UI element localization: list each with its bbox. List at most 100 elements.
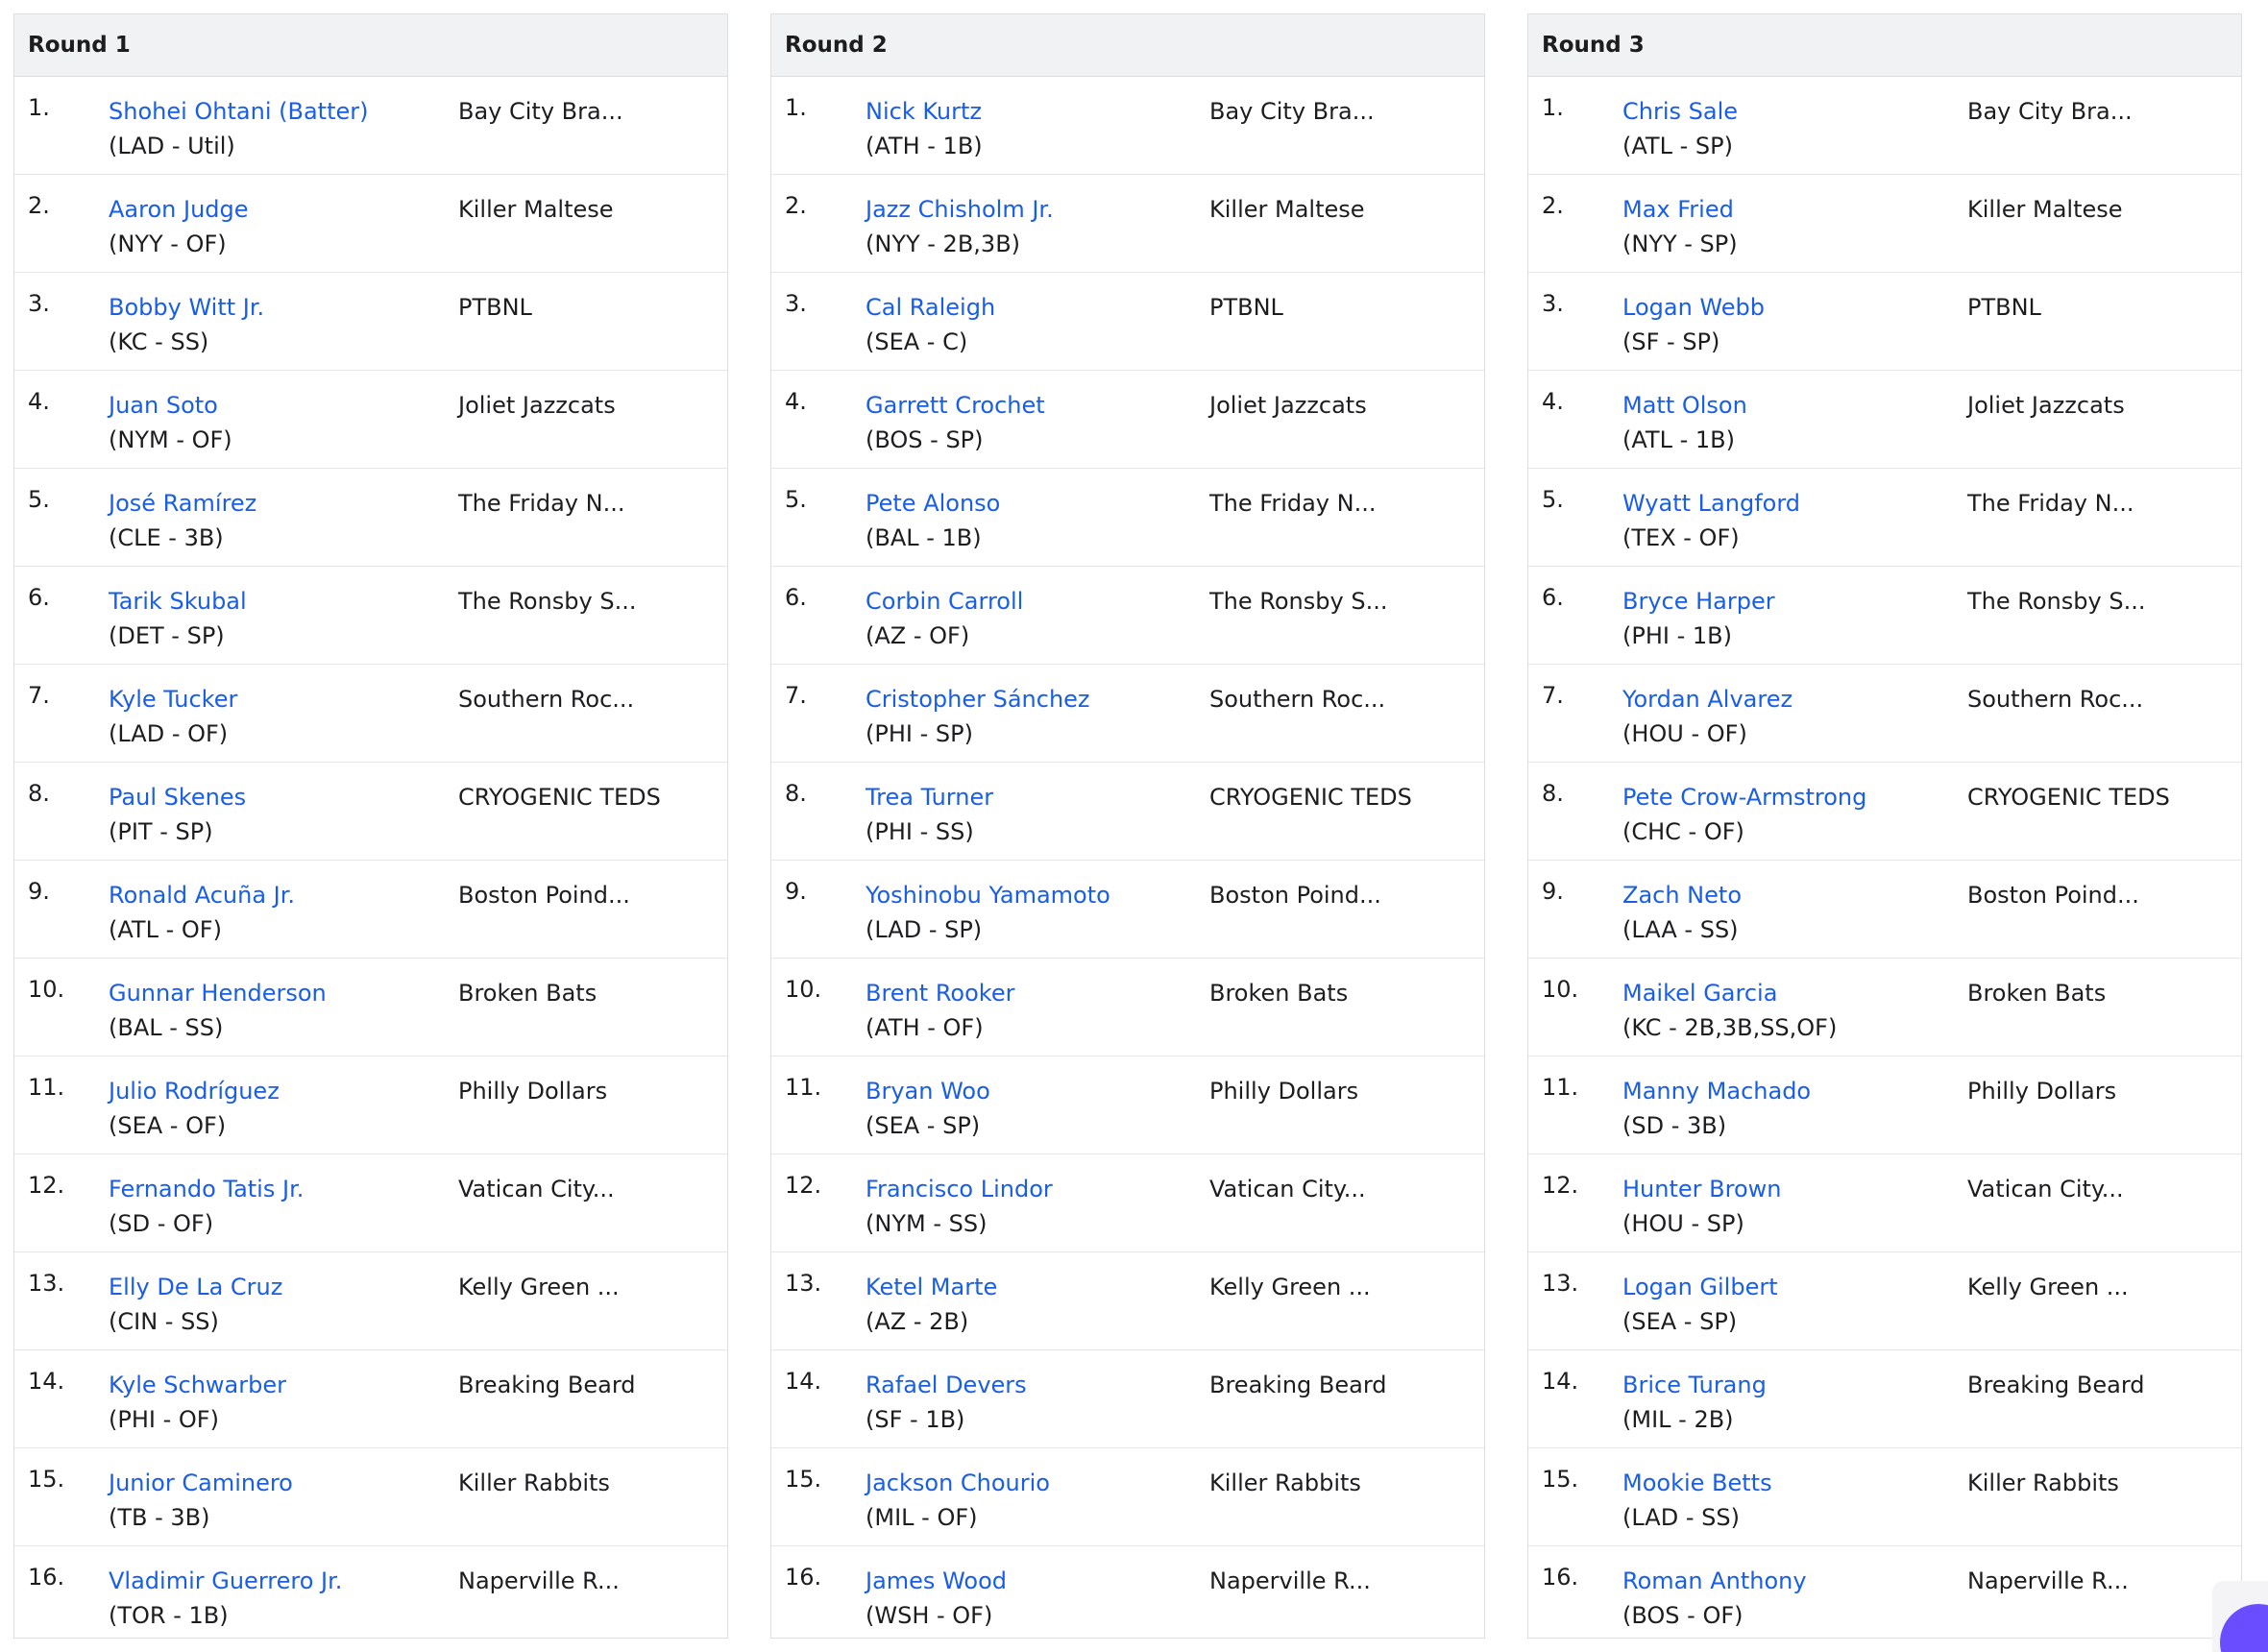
player-team-position: (LAD - Util) bbox=[109, 133, 235, 159]
pick-row: 11. Bryan Woo (SEA - SP) Philly Dollars bbox=[771, 1057, 1484, 1154]
player-cell: Ronald Acuña Jr. (ATL - OF) bbox=[109, 878, 295, 947]
player-link[interactable]: Brent Rooker bbox=[866, 976, 1014, 1010]
player-link[interactable]: Bryce Harper bbox=[1622, 584, 1775, 619]
pick-row: 9. Ronald Acuña Jr. (ATL - OF) Boston Poind… bbox=[14, 861, 727, 959]
pick-number: 4. bbox=[785, 388, 807, 415]
player-link[interactable]: Bobby Witt Jr. bbox=[109, 290, 264, 325]
player-cell: Francisco Lindor (NYM - SS) bbox=[866, 1172, 1053, 1241]
pick-number: 5. bbox=[1542, 486, 1564, 513]
player-link[interactable]: Mookie Betts bbox=[1622, 1466, 1772, 1500]
player-link[interactable]: Logan Webb bbox=[1622, 290, 1765, 325]
pick-number: 4. bbox=[1542, 388, 1564, 415]
player-cell: Logan Gilbert (SEA - SP) bbox=[1622, 1270, 1778, 1339]
player-link[interactable]: Kyle Schwarber bbox=[109, 1368, 286, 1402]
pick-number: 14. bbox=[1542, 1368, 1579, 1395]
player-link[interactable]: Shohei Ohtani (Batter) bbox=[109, 94, 368, 129]
player-link[interactable]: Gunnar Henderson bbox=[109, 976, 327, 1010]
player-link[interactable]: Corbin Carroll bbox=[866, 584, 1023, 619]
player-link[interactable]: José Ramírez bbox=[109, 486, 256, 521]
player-link[interactable]: Roman Anthony bbox=[1622, 1564, 1807, 1598]
player-link[interactable]: Juan Soto bbox=[109, 388, 232, 423]
pick-number: 13. bbox=[785, 1270, 822, 1297]
fantasy-team-name: Southern Roc... bbox=[1967, 686, 2144, 713]
player-link[interactable]: Manny Machado bbox=[1622, 1074, 1811, 1108]
player-link[interactable]: Jazz Chisholm Jr. bbox=[866, 192, 1054, 227]
player-link[interactable]: Paul Skenes bbox=[109, 780, 246, 814]
pick-number: 8. bbox=[1542, 780, 1564, 807]
player-link[interactable]: Julio Rodríguez bbox=[109, 1074, 280, 1108]
chat-bubble-icon[interactable] bbox=[2220, 1604, 2268, 1652]
player-link[interactable]: Nick Kurtz bbox=[866, 94, 983, 129]
pick-number: 2. bbox=[28, 192, 50, 219]
player-team-position: (LAD - SS) bbox=[1622, 1504, 1740, 1531]
player-link[interactable]: Matt Olson bbox=[1622, 388, 1747, 423]
pick-number: 15. bbox=[1542, 1466, 1579, 1493]
player-team-position: (SEA - OF) bbox=[109, 1112, 227, 1139]
player-link[interactable]: Logan Gilbert bbox=[1622, 1270, 1778, 1304]
pick-row: 4. Juan Soto (NYM - OF) Joliet Jazzcats bbox=[14, 371, 727, 469]
pick-row: 15. Junior Caminero (TB - 3B) Killer Rabbit… bbox=[14, 1448, 727, 1546]
player-link[interactable]: Fernando Tatis Jr. bbox=[109, 1172, 304, 1206]
pick-row: 9. Yoshinobu Yamamoto (LAD - SP) Boston Poi… bbox=[771, 861, 1484, 959]
pick-list: 1. Nick Kurtz (ATH - 1B) Bay City Bra... 2. J… bbox=[771, 77, 1484, 1644]
player-team-position: (SEA - SP) bbox=[1622, 1308, 1738, 1335]
player-link[interactable]: Pete Alonso bbox=[866, 486, 1000, 521]
player-link[interactable]: Pete Crow-Armstrong bbox=[1622, 780, 1866, 814]
player-link[interactable]: Jackson Chourio bbox=[866, 1466, 1050, 1500]
pick-number: 9. bbox=[1542, 878, 1564, 905]
player-link[interactable]: Ronald Acuña Jr. bbox=[109, 878, 295, 912]
round-title: Round 1 bbox=[14, 14, 727, 77]
player-cell: Max Fried (NYY - SP) bbox=[1622, 192, 1738, 261]
player-link[interactable]: Tarik Skubal bbox=[109, 584, 247, 619]
player-link[interactable]: Bryan Woo bbox=[866, 1074, 990, 1108]
fantasy-team-name: Kelly Green ... bbox=[1209, 1274, 1371, 1300]
player-link[interactable]: Yordan Alvarez bbox=[1622, 682, 1792, 717]
player-cell: Junior Caminero (TB - 3B) bbox=[109, 1466, 293, 1535]
player-team-position: (SF - 1B) bbox=[866, 1406, 965, 1433]
player-link[interactable]: Vladimir Guerrero Jr. bbox=[109, 1564, 342, 1598]
fantasy-team-name: Joliet Jazzcats bbox=[458, 392, 616, 419]
player-link[interactable]: Chris Sale bbox=[1622, 94, 1738, 129]
player-link[interactable]: Trea Turner bbox=[866, 780, 993, 814]
player-link[interactable]: Max Fried bbox=[1622, 192, 1738, 227]
player-cell: Zach Neto (LAA - SS) bbox=[1622, 878, 1742, 947]
player-link[interactable]: Zach Neto bbox=[1622, 878, 1742, 912]
fantasy-team-name: Killer Rabbits bbox=[1209, 1470, 1361, 1496]
player-cell: Corbin Carroll (AZ - OF) bbox=[866, 584, 1023, 653]
pick-row: 10. Gunnar Henderson (BAL - SS) Broken Bats bbox=[14, 959, 727, 1057]
player-link[interactable]: Cristopher Sánchez bbox=[866, 682, 1090, 717]
pick-number: 16. bbox=[28, 1564, 65, 1591]
player-link[interactable]: Hunter Brown bbox=[1622, 1172, 1781, 1206]
pick-row: 1. Shohei Ohtani (Batter) (LAD - Util) Bay … bbox=[14, 77, 727, 175]
player-link[interactable]: Elly De La Cruz bbox=[109, 1270, 282, 1304]
player-team-position: (NYY - 2B,3B) bbox=[866, 231, 1021, 257]
fantasy-team-name: The Ronsby S... bbox=[458, 588, 637, 615]
player-link[interactable]: Garrett Crochet bbox=[866, 388, 1045, 423]
pick-row: 14. Rafael Devers (SF - 1B) Breaking Beard bbox=[771, 1350, 1484, 1448]
player-link[interactable]: Yoshinobu Yamamoto bbox=[866, 878, 1110, 912]
player-link[interactable]: Brice Turang bbox=[1622, 1368, 1767, 1402]
player-cell: James Wood (WSH - OF) bbox=[866, 1564, 1007, 1633]
player-link[interactable]: Cal Raleigh bbox=[866, 290, 995, 325]
pick-number: 6. bbox=[28, 584, 50, 611]
player-link[interactable]: Ketel Marte bbox=[866, 1270, 997, 1304]
player-link[interactable]: Aaron Judge bbox=[109, 192, 249, 227]
player-team-position: (HOU - OF) bbox=[1622, 720, 1747, 747]
player-link[interactable]: Francisco Lindor bbox=[866, 1172, 1053, 1206]
help-chat-widget[interactable] bbox=[2212, 1581, 2268, 1652]
player-link[interactable]: James Wood bbox=[866, 1564, 1007, 1598]
player-team-position: (SD - 3B) bbox=[1622, 1112, 1727, 1139]
player-link[interactable]: Kyle Tucker bbox=[109, 682, 237, 717]
player-link[interactable]: Rafael Devers bbox=[866, 1368, 1027, 1402]
player-team-position: (SEA - C) bbox=[866, 328, 968, 355]
player-link[interactable]: Junior Caminero bbox=[109, 1466, 293, 1500]
player-link[interactable]: Maikel Garcia bbox=[1622, 976, 1837, 1010]
pick-row: 5. Wyatt Langford (TEX - OF) The Friday N..… bbox=[1528, 469, 2241, 567]
player-cell: Tarik Skubal (DET - SP) bbox=[109, 584, 247, 653]
player-team-position: (BAL - SS) bbox=[109, 1014, 224, 1041]
fantasy-team-name: Naperville R... bbox=[1209, 1567, 1371, 1594]
player-cell: Kyle Schwarber (PHI - OF) bbox=[109, 1368, 286, 1437]
player-link[interactable]: Wyatt Langford bbox=[1622, 486, 1800, 521]
pick-row: 3. Cal Raleigh (SEA - C) PTBNL bbox=[771, 273, 1484, 371]
player-team-position: (SEA - SP) bbox=[866, 1112, 981, 1139]
